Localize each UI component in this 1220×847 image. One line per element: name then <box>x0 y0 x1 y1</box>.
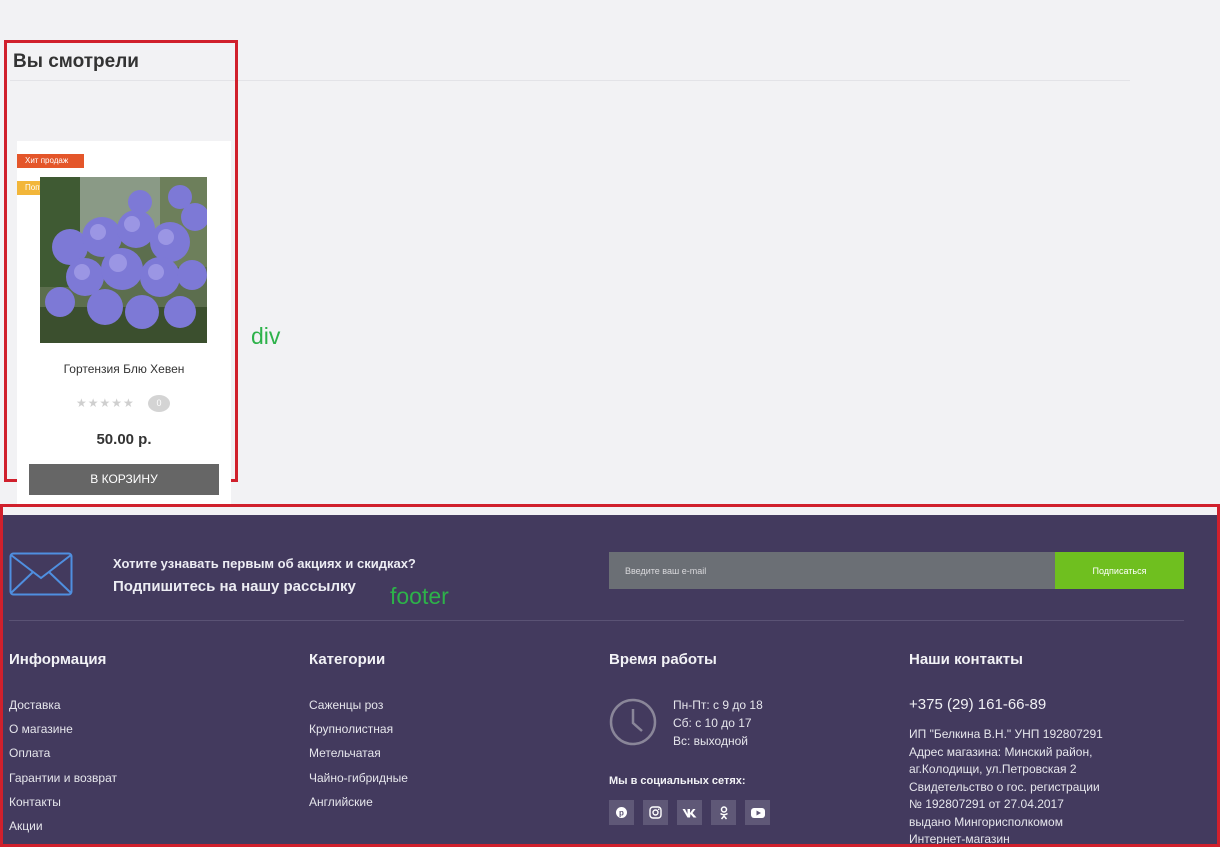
rating-stars-icon: ★★★★★ <box>76 396 135 410</box>
contacts-title: Наши контакты <box>909 651 1023 668</box>
category-link-english[interactable]: Английские <box>309 794 408 818</box>
add-to-cart-button[interactable]: В КОРЗИНУ <box>29 464 219 495</box>
badge-hit: Хит продаж <box>17 154 84 168</box>
info-title: Информация <box>9 651 107 668</box>
mail-icon <box>9 552 73 596</box>
category-link-hybrid-tea[interactable]: Чайно-гибридные <box>309 770 408 794</box>
phone-number[interactable]: +375 (29) 161-66-89 <box>909 696 1046 713</box>
product-price: 50.00 р. <box>96 431 152 448</box>
info-link-promotions[interactable]: Акции <box>9 818 117 842</box>
info-link-contacts[interactable]: Контакты <box>9 794 117 818</box>
hours-sunday: Вс: выходной <box>673 734 748 748</box>
section-title: Вы смотрели <box>13 51 139 72</box>
info-link-warranty[interactable]: Гарантии и возврат <box>9 770 117 794</box>
product-image[interactable] <box>40 177 207 343</box>
category-link-roses[interactable]: Саженцы роз <box>309 697 408 721</box>
social-title: Мы в социальных сетях: <box>609 775 746 787</box>
address-block: ИП "Белкина В.Н." УНП 192807291 Адрес ма… <box>909 726 1189 846</box>
footer: Хотите узнавать первым об акциях и скидк… <box>0 504 1220 847</box>
address-line: аг.Колодищи, ул.Петровская 2 <box>909 762 1077 776</box>
footer-top-strip <box>3 507 1217 515</box>
hours-saturday: Сб: с 10 до 17 <box>673 716 752 730</box>
info-link-payment[interactable]: Оплата <box>9 745 117 769</box>
newsletter-subtitle: Подпишитесь на нашу рассылку <box>113 578 356 595</box>
hours-text: Пн-Пт: с 9 до 18 Сб: с 10 до 17 Вс: выхо… <box>673 696 763 750</box>
clock-icon <box>609 698 657 746</box>
address-line: № 192807291 от 27.04.2017 <box>909 797 1064 811</box>
youtube-icon[interactable] <box>745 800 770 825</box>
product-name[interactable]: Гортензия Блю Хевен <box>17 362 231 376</box>
address-line: Адрес магазина: Минский район, <box>909 744 1093 759</box>
review-count-badge[interactable]: 0 <box>148 395 170 412</box>
categories-list: Саженцы роз Крупнолистная Метельчатая Ча… <box>309 697 408 818</box>
info-link-about[interactable]: О магазине <box>9 721 117 745</box>
email-input[interactable] <box>609 552 1055 589</box>
viewed-section: Вы смотрели Хит продаж Популярный <box>4 40 238 507</box>
address-line: Интернет-магазин <box>909 832 1010 846</box>
address-line: Свидетельство о гос. регистрации <box>909 779 1100 794</box>
vk-icon[interactable] <box>677 800 702 825</box>
odnoklassniki-icon[interactable] <box>711 800 736 825</box>
pinterest-icon[interactable]: p <box>609 800 634 825</box>
category-link-panicle[interactable]: Метельчатая <box>309 745 408 769</box>
categories-title: Категории <box>309 651 386 668</box>
subscribe-button[interactable]: Подписаться <box>1055 552 1184 589</box>
social-links: p <box>609 800 770 825</box>
newsletter-title: Хотите узнавать первым об акциях и скидк… <box>113 556 416 571</box>
category-link-bigleaf[interactable]: Крупнолистная <box>309 721 408 745</box>
address-line: ИП "Белкина В.Н." УНП 192807291 <box>909 727 1103 741</box>
annotation-div-label: div <box>251 323 281 349</box>
product-card: Хит продаж Популярный <box>17 141 231 507</box>
svg-text:p: p <box>619 809 624 818</box>
info-list: Доставка О магазине Оплата Гарантии и во… <box>9 697 117 842</box>
info-link-delivery[interactable]: Доставка <box>9 697 117 721</box>
footer-divider <box>9 620 1184 621</box>
annotation-footer-label: footer <box>390 583 449 609</box>
hours-weekdays: Пн-Пт: с 9 до 18 <box>673 698 763 712</box>
address-line: выдано Мингорисполкомом <box>909 814 1063 829</box>
hours-title: Время работы <box>609 651 717 668</box>
instagram-icon[interactable] <box>643 800 668 825</box>
